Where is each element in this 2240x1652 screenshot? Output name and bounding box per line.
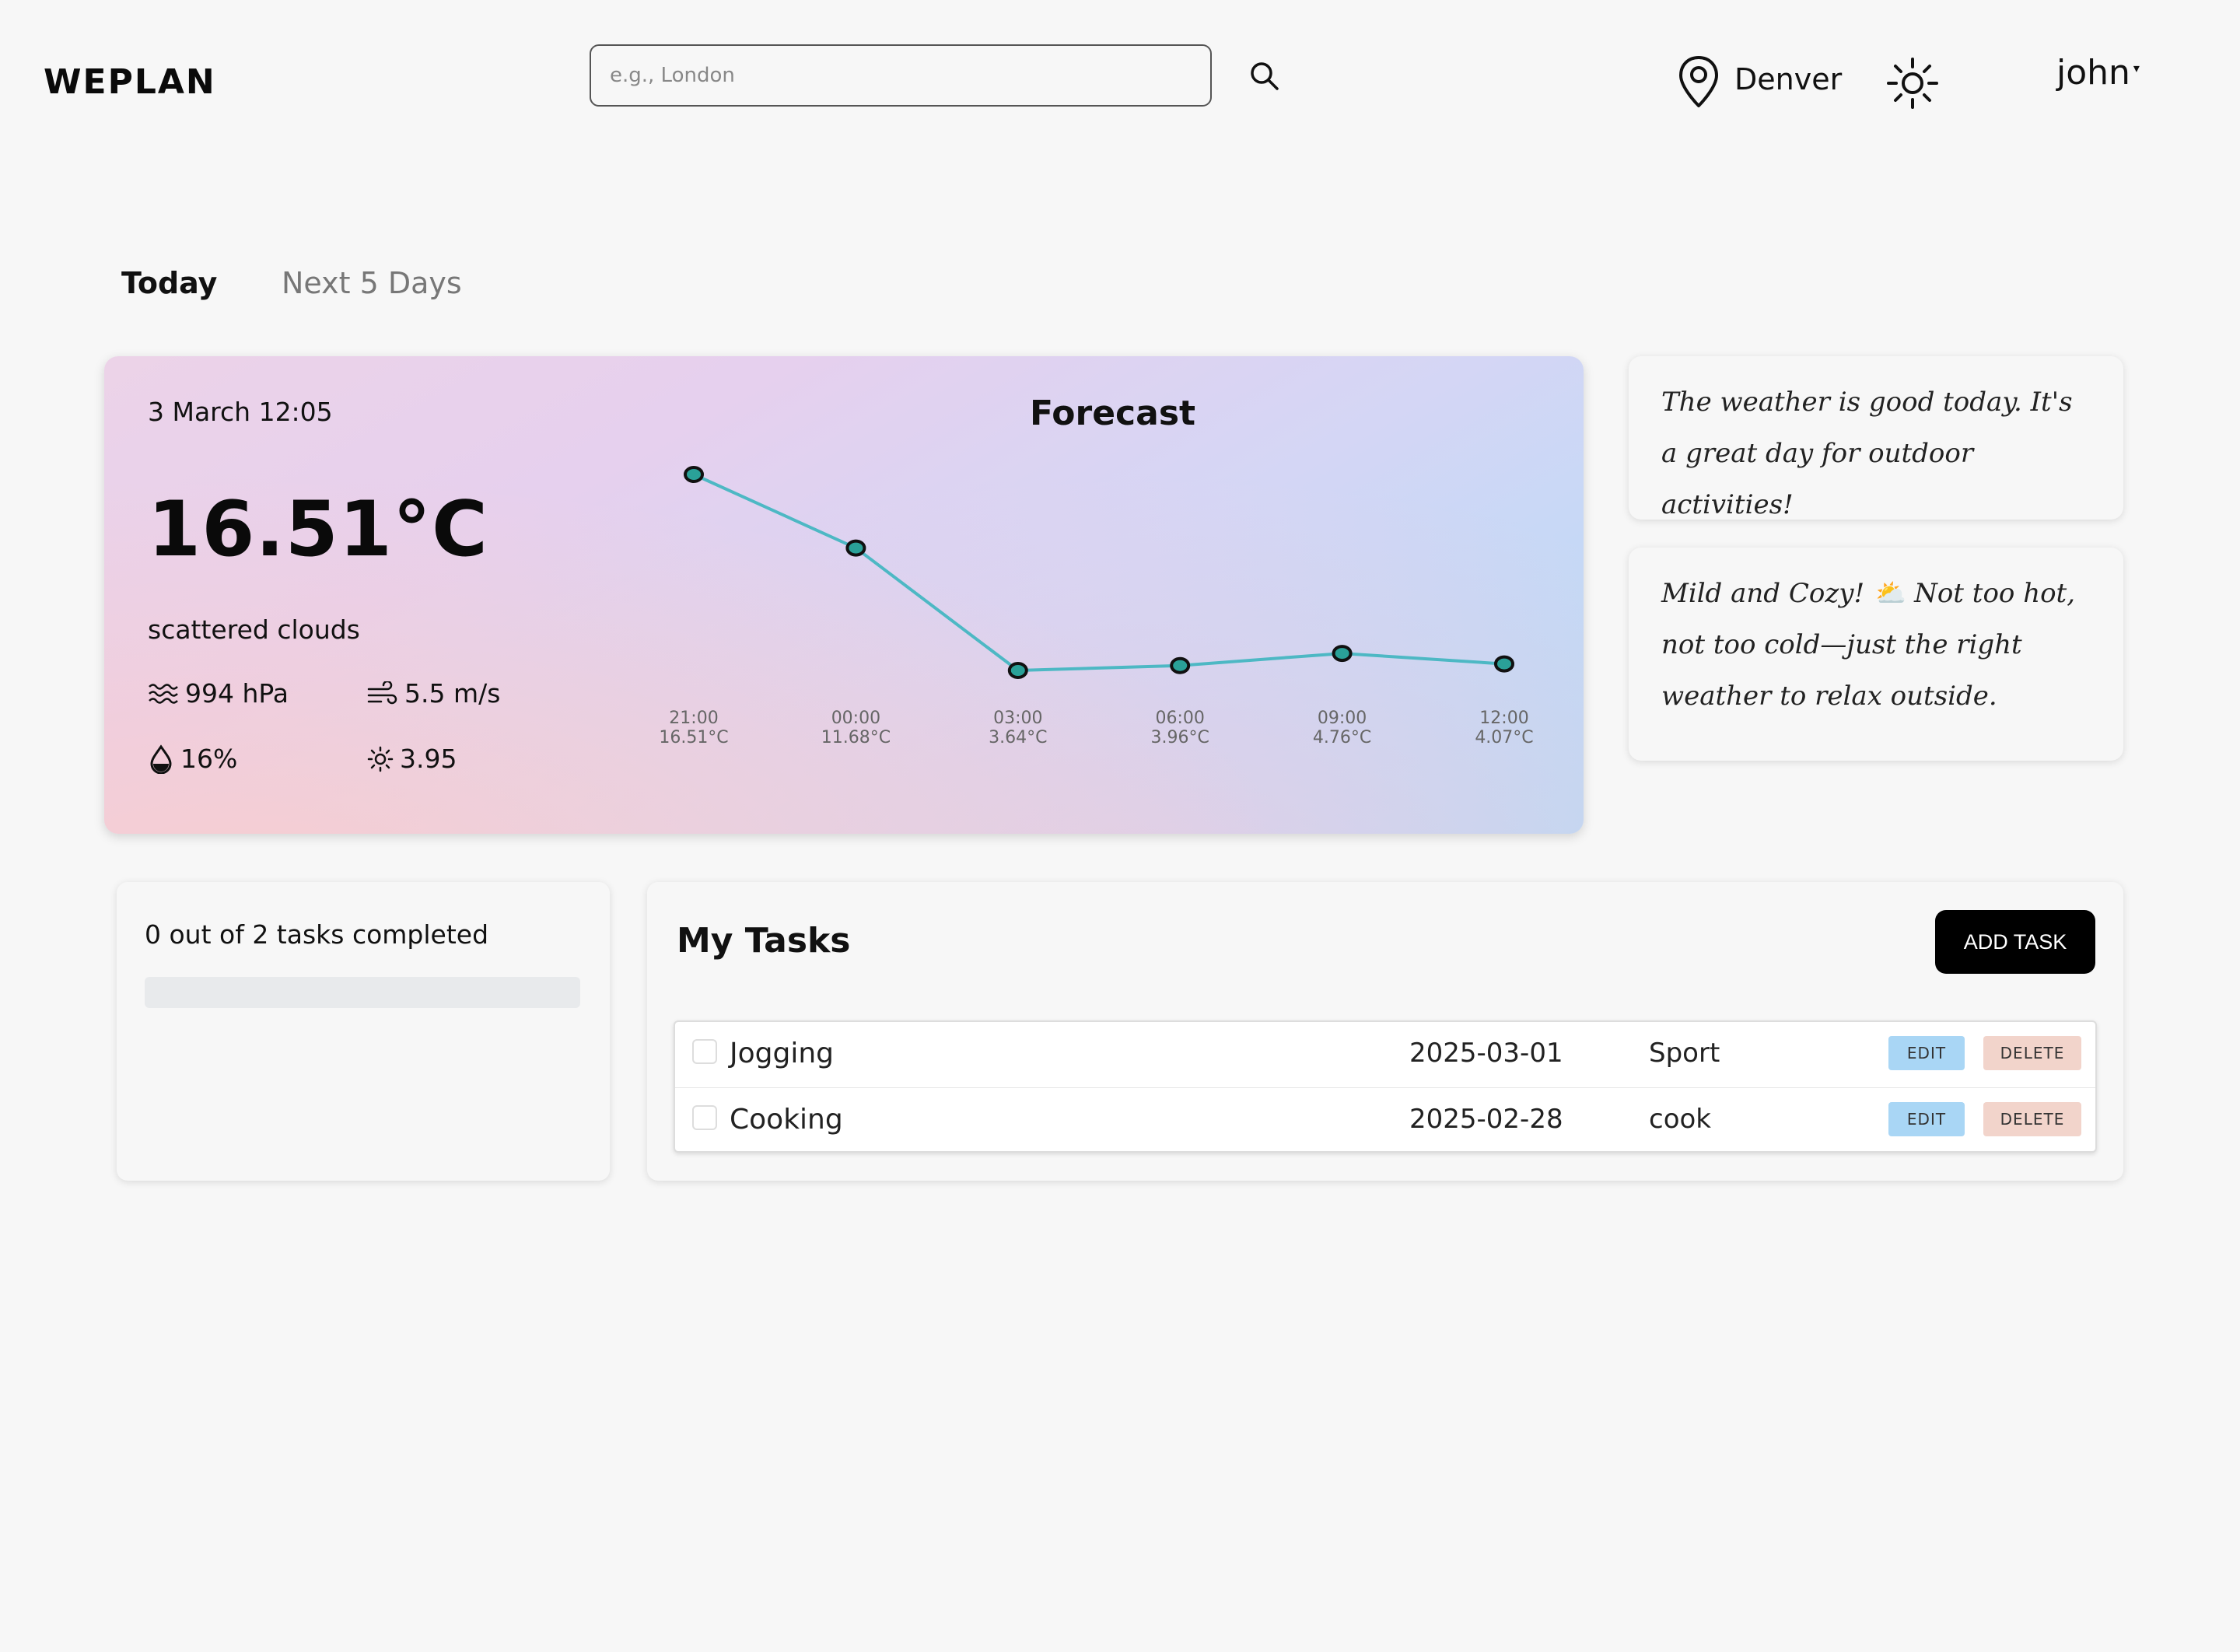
edit-task-button[interactable]: EDIT — [1888, 1102, 1965, 1136]
task-row: Jogging 2025-03-01 Sport EDIT DELETE — [675, 1022, 2095, 1087]
forecast-point — [1332, 645, 1353, 663]
forecast-temp-label: 4.76°C — [1313, 728, 1371, 747]
forecast-temp-label: 11.68°C — [821, 728, 891, 747]
delete-task-button[interactable]: DELETE — [1983, 1102, 2081, 1136]
task-progress-text: 0 out of 2 tasks completed — [145, 919, 489, 950]
task-checkbox[interactable] — [692, 1105, 717, 1130]
caret-down-icon: ▾ — [2133, 61, 2140, 75]
forecast-time-label: 03:00 — [993, 709, 1042, 728]
task-name: Cooking — [730, 1104, 843, 1136]
app-logo: WEPLAN — [44, 62, 216, 102]
forecast-time-label: 09:00 — [1318, 709, 1367, 728]
task-name: Jogging — [730, 1038, 835, 1069]
forecast-temp-label: 16.51°C — [659, 728, 728, 747]
search-icon[interactable] — [1248, 59, 1282, 93]
forecast-point — [1170, 656, 1191, 674]
user-menu[interactable]: john ▾ — [2056, 53, 2140, 93]
task-list: Jogging 2025-03-01 Sport EDIT DELETE Coo… — [674, 1020, 2097, 1153]
tasks-title: My Tasks — [677, 921, 851, 961]
sun-theme-toggle-icon[interactable] — [1885, 56, 1940, 110]
weather-mood-card: Mild and Cozy! ⛅ Not too hot, not too co… — [1629, 548, 2123, 761]
task-checkbox[interactable] — [692, 1039, 717, 1064]
forecast-time-label: 00:00 — [831, 709, 880, 728]
tab-today[interactable]: Today — [121, 266, 217, 300]
weather-tip-card: The weather is good today. It's a great … — [1629, 356, 2123, 520]
delete-task-button[interactable]: DELETE — [1983, 1036, 2081, 1070]
forecast-chart: 21:0016.51°C 00:0011.68°C 03:003.64°C 06:00… — [659, 466, 1534, 747]
forecast-temp-label: 3.96°C — [1151, 728, 1209, 747]
task-progress-bar — [145, 977, 580, 1008]
task-progress-card: 0 out of 2 tasks completed — [117, 882, 610, 1181]
forecast-temp-label: 4.07°C — [1475, 728, 1533, 747]
forecast-time-label: 06:00 — [1155, 709, 1204, 728]
edit-task-button[interactable]: EDIT — [1888, 1036, 1965, 1070]
forecast-point — [1494, 655, 1514, 673]
forecast-time-label: 21:00 — [669, 709, 718, 728]
task-date: 2025-02-28 — [1409, 1104, 1563, 1135]
city-search-input[interactable] — [590, 44, 1212, 107]
task-category: Sport — [1649, 1038, 1720, 1069]
weather-card: 3 March 12:05 16.51°C scattered clouds 9… — [104, 356, 1584, 834]
current-location: Denver — [1734, 62, 1843, 96]
task-row: Cooking 2025-02-28 cook EDIT DELETE — [675, 1087, 2095, 1153]
task-date: 2025-03-01 — [1409, 1038, 1563, 1069]
tasks-card: My Tasks ADD TASK Jogging 2025-03-01 Spo… — [647, 882, 2123, 1181]
forecast-point — [684, 466, 704, 483]
weather-tip-text: The weather is good today. It's a great … — [1661, 387, 2073, 520]
tab-next-5-days[interactable]: Next 5 Days — [282, 266, 462, 300]
add-task-button[interactable]: ADD TASK — [1935, 910, 2095, 974]
forecast-point — [1007, 662, 1028, 679]
forecast-time-label: 12:00 — [1479, 709, 1528, 728]
forecast-temp-label: 3.64°C — [989, 728, 1047, 747]
weather-mood-text: Mild and Cozy! ⛅ Not too hot, not too co… — [1661, 578, 2076, 712]
location-pin-icon — [1677, 54, 1720, 109]
forecast-point — [845, 539, 866, 557]
task-category: cook — [1649, 1104, 1711, 1135]
forecast-line — [693, 473, 1505, 673]
user-name: john — [2056, 53, 2130, 93]
